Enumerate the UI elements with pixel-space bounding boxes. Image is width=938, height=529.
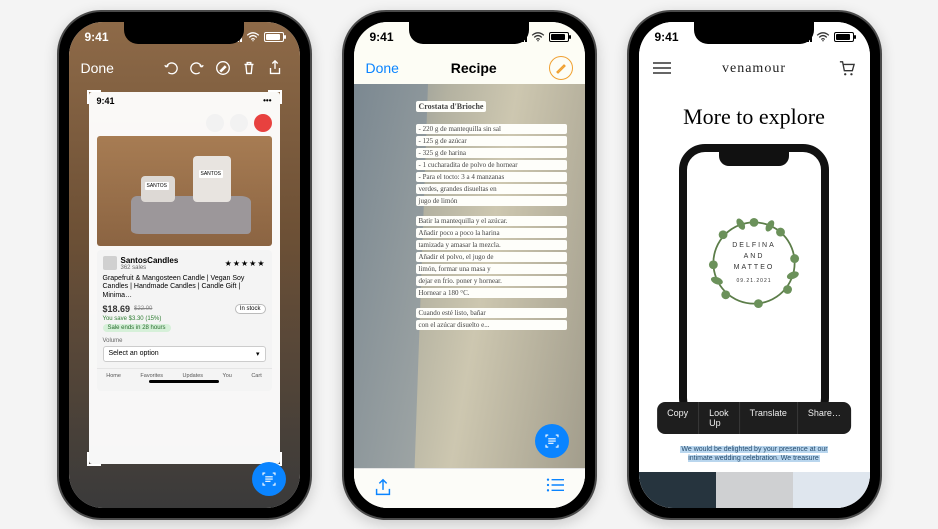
shop-avatar[interactable]	[103, 256, 117, 270]
redo-icon[interactable]	[184, 55, 210, 81]
text-context-menu: Copy Look Up Translate Share…	[657, 402, 851, 434]
notebook-photo: Crostata d'Brioche - 220 g de mantequill…	[354, 84, 585, 468]
share-icon[interactable]	[372, 477, 394, 499]
share-chip-icon[interactable]	[230, 114, 248, 132]
done-button[interactable]: Done	[81, 60, 114, 76]
recipe-line[interactable]: verdes, grandes disueltas en	[416, 184, 567, 194]
ctx-translate[interactable]: Translate	[740, 402, 798, 434]
recipe-title[interactable]: Crostata d'Brioche	[416, 101, 487, 112]
savings-text: You save $3.30 (15%)	[103, 316, 266, 322]
notch	[694, 22, 814, 44]
option-select[interactable]: Select an option ▾	[103, 346, 266, 362]
markup-icon[interactable]	[210, 55, 236, 81]
note-title: Recipe	[399, 60, 549, 76]
list-icon[interactable]	[545, 477, 567, 499]
tab-favorites[interactable]: Favorites	[140, 373, 163, 379]
action-chip-icon[interactable]	[206, 114, 224, 132]
crop-area[interactable]: 9:41 ••• SANTOS SANTOS SantosCandles	[89, 92, 280, 464]
undo-icon[interactable]	[158, 55, 184, 81]
section-heading: More to explore	[639, 104, 870, 130]
wifi-icon	[246, 32, 260, 42]
footer-strips	[639, 472, 870, 508]
recipe-line[interactable]: con el azúcar disuelto e...	[416, 320, 567, 330]
shop-sales: 362 sales	[121, 265, 179, 271]
recipe-line[interactable]: Batir la mantequilla y el azúcar.	[416, 216, 567, 226]
bottom-tabbar: Home Favorites Updates You Cart	[97, 368, 272, 381]
select-text: Select an option	[109, 350, 159, 358]
battery-icon	[264, 32, 284, 42]
wifi-icon	[531, 32, 545, 42]
chevron-down-icon: ▾	[256, 350, 260, 358]
live-text-button[interactable]	[535, 424, 569, 458]
tab-you[interactable]: You	[223, 373, 232, 379]
done-button[interactable]: Done	[366, 60, 399, 76]
site-header: venamour	[639, 52, 870, 86]
wreath-illustration: DELFINA AND MATTEO 09.21.2021	[701, 180, 807, 346]
steps-block[interactable]: Batir la mantequilla y el azúcar. Añadir…	[416, 216, 567, 298]
volume-label: Volume	[103, 338, 266, 344]
crop-handle-tl[interactable]	[87, 90, 101, 104]
tab-updates[interactable]: Updates	[183, 373, 204, 379]
tab-home[interactable]: Home	[106, 373, 121, 379]
battery-icon	[549, 32, 569, 42]
phone-notes-recipe: 9:41 Done Recipe Crostata d'Brioche	[342, 10, 597, 520]
recipe-line[interactable]: tamizada y amasar la mezcla.	[416, 240, 567, 250]
home-indicator	[149, 380, 219, 383]
notch	[124, 22, 244, 44]
notes-bottom-bar	[354, 468, 585, 508]
invitation-date: 09.21.2021	[732, 277, 776, 285]
selected-text[interactable]: We would be delighted by your presence a…	[674, 445, 834, 463]
recipe-line[interactable]: Cuando esté listo, bañar	[416, 308, 567, 318]
sale-badge: Sale ends in 28 hours	[103, 324, 171, 332]
ctx-lookup[interactable]: Look Up	[699, 402, 740, 434]
product-action-row	[89, 110, 280, 134]
ctx-copy[interactable]: Copy	[657, 402, 699, 434]
notes-block[interactable]: Cuando esté listo, bañar con el azúcar d…	[416, 308, 567, 330]
stock-badge: In stock	[235, 304, 266, 314]
menu-icon[interactable]	[653, 62, 671, 76]
artwork-frame: DELFINA AND MATTEO 09.21.2021	[663, 144, 846, 424]
recipe-line[interactable]: - 325 g de harina	[416, 148, 567, 158]
product-photo: SANTOS SANTOS	[97, 136, 272, 246]
share-icon[interactable]	[262, 55, 288, 81]
recipe-line[interactable]: - 125 g de azúcar	[416, 136, 567, 146]
rating: ★★★★★	[225, 259, 266, 268]
ctx-share[interactable]: Share…	[798, 402, 851, 434]
crop-handle-bl[interactable]	[87, 452, 101, 466]
tab-cart[interactable]: Cart	[251, 373, 261, 379]
notch	[409, 22, 529, 44]
artwork-phone-mock: DELFINA AND MATTEO 09.21.2021	[679, 144, 829, 424]
brand-logo[interactable]: venamour	[671, 61, 838, 77]
phone-safari: 9:41 venamour.com venamour More to explo…	[627, 10, 882, 520]
recipe-line[interactable]: - 220 g de mantequilla sin sal	[416, 124, 567, 134]
product-title: Grapefruit & Mangosteen Candle | Vegan S…	[103, 275, 266, 301]
markup-icon[interactable]	[549, 56, 573, 80]
invitation-names: DELFINA AND MATTEO 09.21.2021	[732, 240, 776, 286]
recipe-line[interactable]: - 1 cucharadita de polvo de hornear	[416, 160, 567, 170]
recipe-line[interactable]: Añadir el polvo, el jugo de	[416, 252, 567, 262]
ingredients-block[interactable]: - 220 g de mantequilla sin sal - 125 g d…	[416, 124, 567, 206]
phone-screenshot-editor: 9:41 Done 9:41 •••	[57, 10, 312, 520]
price: $18.69	[103, 304, 131, 314]
recipe-line[interactable]: limón, formar una masa y	[416, 264, 567, 274]
live-text-button[interactable]	[252, 462, 286, 496]
crop-handle-tr[interactable]	[268, 90, 282, 104]
page-content[interactable]: More to explore	[639, 86, 870, 508]
cart-icon[interactable]	[838, 60, 856, 78]
notes-navbar: Done Recipe	[354, 52, 585, 84]
favorite-heart-icon[interactable]	[254, 114, 272, 132]
price-old: $22.00	[134, 306, 152, 312]
product-details-card: SantosCandles 362 sales ★★★★★ Grapefruit…	[97, 250, 272, 391]
inner-status-bar: 9:41 •••	[89, 92, 280, 110]
recipe-line[interactable]: jugo de limón	[416, 196, 567, 206]
shop-name[interactable]: SantosCandles	[121, 256, 179, 265]
editor-toolbar: Done	[69, 52, 300, 84]
recipe-line[interactable]: Hornear a 180 °C.	[416, 288, 567, 298]
recipe-line[interactable]: dejar en frío. poner y hornear.	[416, 276, 567, 286]
recipe-line[interactable]: - Para el tocto: 3 a 4 manzanas	[416, 172, 567, 182]
trash-icon[interactable]	[236, 55, 262, 81]
recipe-line[interactable]: Añadir poco a poco la harina	[416, 228, 567, 238]
